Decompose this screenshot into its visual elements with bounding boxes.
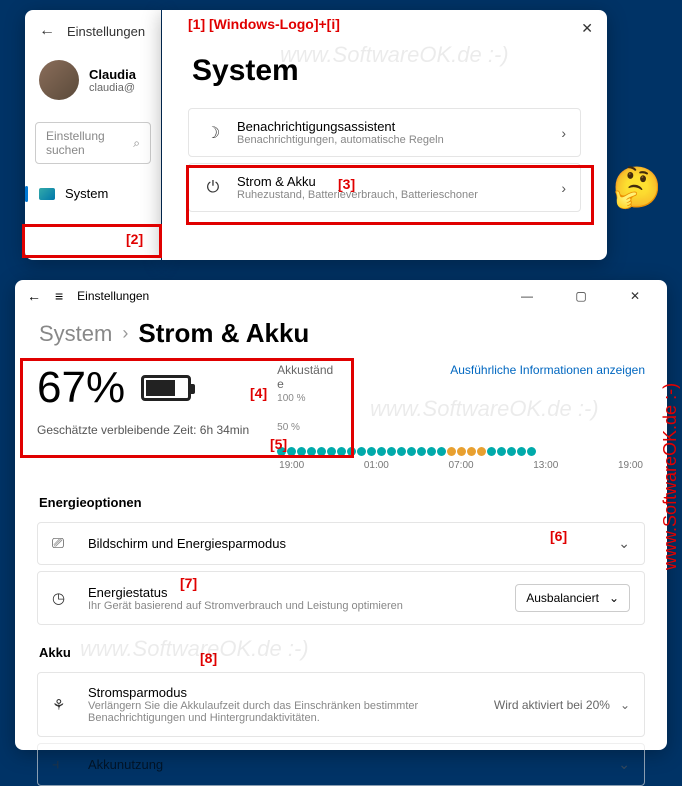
chevron-right-icon: › — [561, 125, 566, 141]
chevron-right-icon: › — [561, 180, 566, 196]
energy-mode-dropdown[interactable]: Ausbalanciert ⌄ — [515, 584, 630, 612]
energy-mode-value: Ausbalanciert — [526, 591, 599, 605]
back-button[interactable]: ← — [27, 288, 41, 304]
minimize-button[interactable]: — — [507, 289, 547, 303]
crumb-power: Strom & Akku — [138, 318, 309, 349]
search-placeholder: Einstellung suchen — [46, 129, 133, 157]
annotation-5: [5] — [270, 436, 287, 452]
screen-title: Bildschirm und Energiesparmodus — [88, 536, 604, 551]
section-energy: Energieoptionen — [15, 481, 667, 516]
annotation-7: [7] — [180, 575, 197, 591]
header-title: Einstellungen — [77, 289, 149, 303]
notif-sub: Benachrichtigungen, automatische Regeln — [237, 134, 547, 146]
breadcrumb: System › Strom & Akku — [15, 312, 667, 363]
annotation-3: [3] — [338, 176, 355, 192]
profile-email: claudia@ — [89, 82, 136, 94]
energy-sub: Ihr Gerät basierend auf Stromverbrauch u… — [88, 600, 501, 612]
details-link[interactable]: Ausführliche Informationen anzeigen — [450, 363, 645, 391]
estimate-label: Geschätzte verbleibende Zeit: — [37, 423, 200, 437]
saver-sub: Verlängern Sie die Akkulaufzeit durch da… — [88, 700, 480, 724]
chevron-down-icon: ⌄ — [618, 535, 630, 552]
nav-label-system: System — [65, 186, 108, 201]
item-notification-assist[interactable]: ☽ Benachrichtigungsassistent Benachricht… — [188, 108, 581, 157]
time-axis: 19:0001:0007:0013:0019:00 — [277, 460, 645, 471]
close-button[interactable]: ✕ — [581, 20, 593, 37]
gauge-icon: ◷ — [52, 589, 74, 607]
back-button[interactable]: ← — [39, 22, 55, 40]
annotation-6: [6] — [550, 528, 567, 544]
search-icon: ⌕ — [133, 136, 140, 151]
annotation-2: [2] — [126, 231, 143, 247]
moon-icon: ☽ — [203, 123, 223, 143]
battery-chart — [277, 447, 645, 456]
level-label: Akkuständ e — [277, 363, 337, 391]
leaf-icon: ⚘ — [52, 696, 74, 714]
chevron-down-icon: ⌄ — [609, 591, 619, 605]
nav-marker — [25, 186, 28, 202]
profile-name: Claudia — [89, 67, 136, 82]
power-title: Strom & Akku — [237, 174, 547, 189]
screen-icon: ⎚ — [52, 535, 74, 552]
estimate-value: 6h 34min — [200, 423, 249, 437]
system-icon — [39, 188, 55, 200]
energy-title: Energiestatus — [88, 585, 501, 600]
annotation-8: [8] — [200, 650, 217, 666]
crumb-system[interactable]: System — [39, 321, 112, 347]
search-input[interactable]: Einstellung suchen ⌕ — [35, 122, 151, 164]
item-power-battery[interactable]: ⏻ Strom & Akku Ruhezustand, Batterieverb… — [188, 163, 581, 212]
maximize-button[interactable]: ▢ — [561, 289, 601, 303]
settings-title: Einstellungen — [67, 24, 145, 39]
annotation-4: [4] — [250, 385, 267, 401]
item-battery-usage[interactable]: ⫞ Akkunutzung ⌄ — [37, 743, 645, 786]
battery-percent: 67% — [37, 363, 125, 413]
saver-value: Wird aktiviert bei 20% — [494, 698, 610, 712]
sidebar-item-system[interactable]: System — [25, 178, 161, 209]
y-axis-50: 50 % — [277, 422, 645, 433]
power-sub: Ruhezustand, Batterieverbrauch, Batterie… — [237, 189, 547, 201]
close-button[interactable]: ✕ — [615, 289, 655, 303]
chevron-down-icon: ⌄ — [620, 698, 630, 712]
usage-title: Akkunutzung — [88, 757, 604, 772]
chevron-right-icon: › — [122, 323, 128, 344]
saver-title: Stromsparmodus — [88, 685, 480, 700]
y-axis-100: 100 % — [277, 393, 645, 404]
power-icon: ⏻ — [203, 179, 223, 197]
profile-block[interactable]: Claudia claudia@ — [25, 52, 161, 108]
item-battery-saver[interactable]: ⚘ Stromsparmodus Verlängern Sie die Akku… — [37, 672, 645, 737]
item-energy-status[interactable]: ◷ Energiestatus Ihr Gerät basierend auf … — [37, 571, 645, 625]
watermark-side: www.SoftwareOK.de :-) — [660, 330, 681, 570]
stick-figure: 🤔 — [612, 164, 662, 211]
annotation-1: [1] [Windows-Logo]+[i] — [188, 16, 340, 32]
battery-icon — [141, 375, 191, 401]
avatar — [39, 60, 79, 100]
section-akku: Akku — [15, 631, 667, 666]
notif-title: Benachrichtigungsassistent — [237, 119, 547, 134]
menu-icon[interactable]: ≡ — [55, 288, 63, 304]
